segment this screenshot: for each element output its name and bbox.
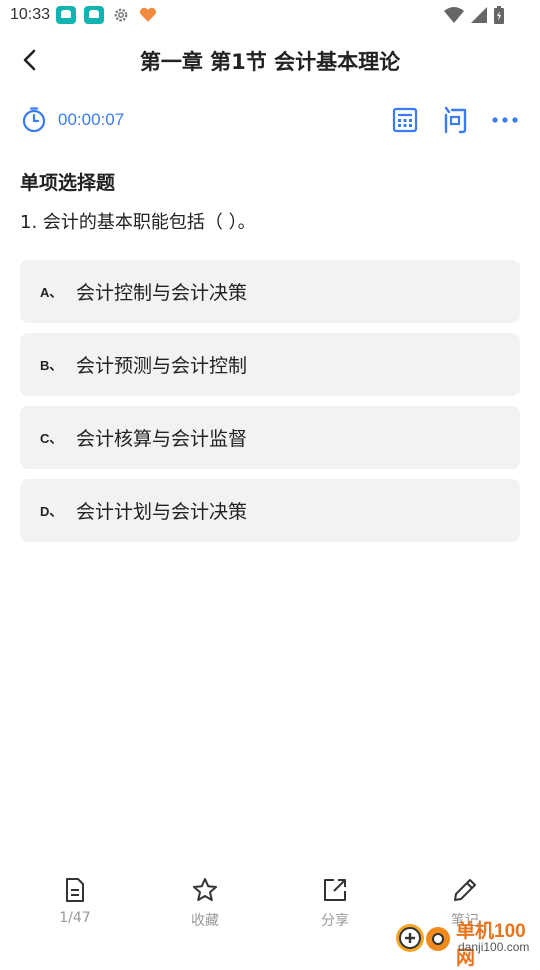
header: 第一章 第1节 会计基本理论 <box>0 32 540 88</box>
option-letter: D、 <box>40 504 63 519</box>
watermark-url: danji100.com <box>458 940 530 954</box>
more-options-icon[interactable] <box>489 104 521 136</box>
option-text: 会计核算与会计监督 <box>76 428 248 450</box>
heart-icon <box>139 7 157 22</box>
share-icon <box>324 879 346 901</box>
option-c[interactable]: C、 会计核算与会计监督 <box>20 406 520 469</box>
option-d[interactable]: D、 会计计划与会计决策 <box>20 479 520 542</box>
option-letter: A、 <box>40 285 63 300</box>
timer-value: 00:00:07 <box>58 110 125 129</box>
favorite-button[interactable]: 收藏 <box>160 876 250 930</box>
gear-icon <box>114 8 128 22</box>
share-button[interactable]: 分享 <box>290 876 380 930</box>
share-label: 分享 <box>321 913 349 929</box>
status-time: 10:33 <box>10 6 51 23</box>
question-type: 单项选择题 <box>20 172 116 194</box>
battery-icon <box>494 6 504 24</box>
app-notification-icon <box>84 6 104 24</box>
document-icon <box>66 878 84 902</box>
option-b[interactable]: B、 会计预测与会计控制 <box>20 333 520 396</box>
options-list: A、 会计控制与会计决策 B、 会计预测与会计控制 C、 会计核算与会计监督 D… <box>20 260 520 552</box>
option-text: 会计控制与会计决策 <box>76 282 248 304</box>
progress-button[interactable]: 1/47 <box>30 876 120 926</box>
wifi-icon <box>444 7 464 23</box>
system-icons <box>444 6 504 24</box>
app-notification-icon <box>56 6 76 24</box>
page-title: 第一章 第1节 会计基本理论 <box>139 50 401 74</box>
watermark: 单机100网 danji100.com <box>390 914 540 969</box>
option-a[interactable]: A、 会计控制与会计决策 <box>20 260 520 323</box>
ask-question-icon[interactable] <box>439 104 471 136</box>
signal-icon <box>471 7 487 23</box>
notification-icons <box>56 6 158 24</box>
option-letter: C、 <box>40 431 63 446</box>
watermark-logo-icon <box>396 924 450 952</box>
star-icon <box>193 878 217 901</box>
stopwatch-icon <box>22 107 46 133</box>
status-bar: 10:33 <box>0 0 540 32</box>
option-text: 会计计划与会计决策 <box>76 501 248 523</box>
favorite-label: 收藏 <box>191 913 219 929</box>
question-text: 1. 会计的基本职能包括（ ）。 <box>20 212 256 233</box>
progress-label: 1/47 <box>59 910 91 926</box>
option-text: 会计预测与会计控制 <box>76 355 248 377</box>
calculator-icon[interactable] <box>389 104 421 136</box>
option-letter: B、 <box>40 358 63 373</box>
timer-toolbar: 00:00:07 <box>0 100 540 140</box>
pencil-icon <box>454 879 476 901</box>
